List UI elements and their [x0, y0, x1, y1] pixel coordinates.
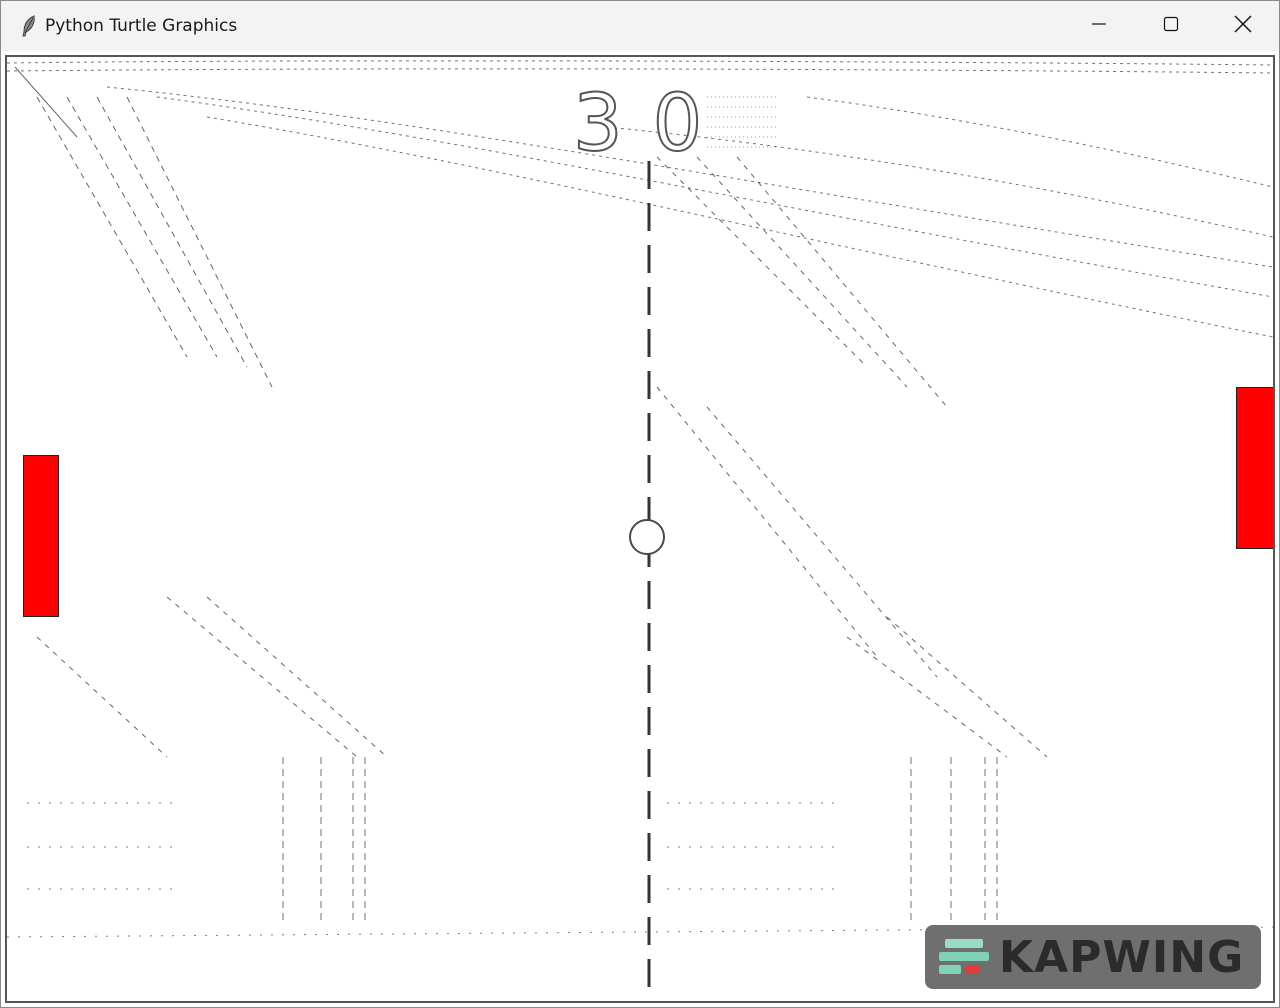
window-controls [1063, 1, 1279, 51]
kapwing-watermark: KAPWING [925, 925, 1261, 989]
watermark-text: KAPWING [999, 931, 1245, 983]
minimize-icon [1091, 16, 1107, 36]
score-left: 3 [572, 78, 625, 170]
scoreboard: 3 0 [572, 78, 705, 170]
close-icon [1234, 15, 1252, 37]
turtle-window: Python Turtle Graphics 3 0 KAPWING [0, 0, 1280, 1008]
maximize-icon [1163, 16, 1179, 36]
center-net [647, 161, 651, 1001]
score-right: 0 [652, 78, 705, 170]
game-canvas[interactable]: 3 0 KAPWING [5, 55, 1275, 1003]
right-paddle [1236, 387, 1273, 549]
minimize-button[interactable] [1063, 1, 1135, 51]
maximize-button[interactable] [1135, 1, 1207, 51]
close-button[interactable] [1207, 1, 1279, 51]
left-paddle [23, 455, 59, 617]
title-bar[interactable]: Python Turtle Graphics [1, 1, 1279, 51]
ball [629, 519, 665, 555]
feather-icon [19, 14, 39, 38]
kapwing-logo-icon [939, 939, 989, 974]
window-title: Python Turtle Graphics [45, 16, 238, 36]
